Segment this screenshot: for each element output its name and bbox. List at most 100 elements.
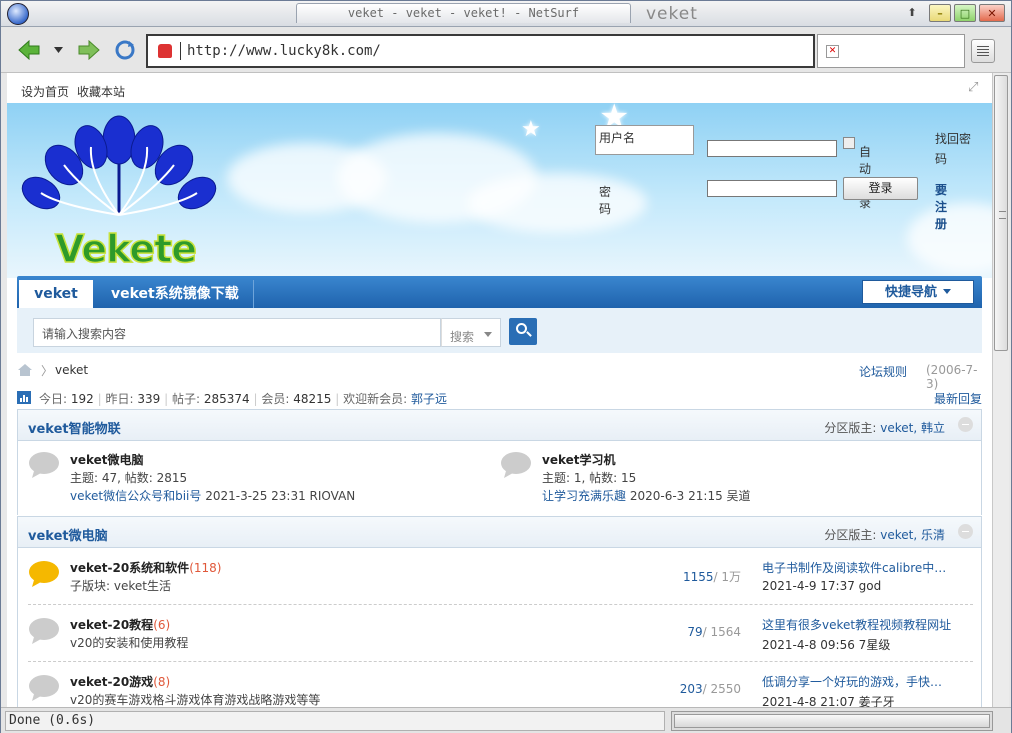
caret-down-icon bbox=[484, 332, 492, 337]
collapse-icon[interactable] bbox=[958, 524, 973, 539]
star-decoration: ★ bbox=[521, 117, 541, 142]
forum-meta: 主题: 1, 帖数: 15 bbox=[542, 471, 637, 485]
browser-menu-button[interactable] bbox=[971, 39, 995, 63]
last-post-link[interactable]: 让学习充满乐趣 bbox=[542, 489, 626, 503]
browser-toolbar: http://www.lucky8k.com/ ✕ bbox=[1, 27, 1011, 73]
search-type-select[interactable]: 搜索 bbox=[441, 318, 501, 347]
forward-button[interactable] bbox=[75, 39, 103, 61]
password-label: 密码 bbox=[599, 185, 612, 216]
fullscreen-icon[interactable]: ⤢ bbox=[968, 81, 982, 95]
forum-title[interactable]: veket学习机 bbox=[542, 451, 616, 468]
forum-counts: 1155/ 1万 bbox=[682, 570, 741, 584]
section-title[interactable]: veket智能物联 bbox=[28, 418, 121, 437]
back-button[interactable] bbox=[15, 39, 43, 61]
section-moderators: 分区版主: veket, 韩立 bbox=[824, 421, 945, 435]
new-post-count: (118) bbox=[189, 561, 222, 575]
bookmark-link[interactable]: 收藏本站 bbox=[77, 83, 125, 100]
horizontal-scrollbar[interactable] bbox=[671, 711, 993, 731]
last-post-link[interactable]: 电子书制作及阅读软件calibre中文版 bbox=[762, 559, 954, 576]
main-nav: veket veket系统镜像下载 快捷导航 bbox=[17, 276, 982, 308]
quick-nav-button[interactable]: 快捷导航 bbox=[862, 280, 974, 304]
caret-down-icon bbox=[53, 47, 63, 53]
vertical-scrollbar[interactable] bbox=[992, 73, 1009, 707]
search-provider-icon[interactable]: ✕ bbox=[826, 45, 839, 58]
row-divider bbox=[28, 604, 973, 605]
breadcrumb-current[interactable]: veket bbox=[55, 363, 88, 377]
forum-last-post: 让学习充满乐趣 2020-6-3 21:15 吴道 bbox=[542, 489, 751, 503]
last-post-link[interactable]: veket微信公众号和bii号 bbox=[70, 489, 201, 503]
section-body: veket微电脑 主题: 47, 帖数: 2815 veket微信公众号和bii… bbox=[17, 441, 982, 515]
section-title[interactable]: veket微电脑 bbox=[28, 525, 108, 544]
site-header: ★ ★ Vekete 用户名 自动 录 密码 登录 找回密码 要注册 bbox=[7, 103, 992, 278]
netsurf-globe-icon[interactable] bbox=[7, 3, 29, 25]
home-icon[interactable] bbox=[17, 363, 33, 377]
row-divider bbox=[28, 661, 973, 662]
forum-stats: 今日: 192 | 昨日: 339 | 帖子: 285374 | 会员: 482… bbox=[17, 389, 982, 407]
collapse-icon[interactable] bbox=[958, 417, 973, 432]
login-button[interactable]: 登录 bbox=[843, 177, 918, 200]
forum-bubble-icon bbox=[501, 452, 531, 478]
forum-meta: 主题: 47, 帖数: 2815 bbox=[70, 471, 188, 485]
breadcrumb-separator: 〉 bbox=[41, 364, 54, 378]
rules-date: (2006-7-3) bbox=[926, 363, 978, 391]
close-button[interactable]: ✕ bbox=[979, 4, 1005, 22]
status-text: Done (0.6s) bbox=[5, 711, 665, 731]
register-link[interactable]: 要注册 bbox=[935, 181, 947, 232]
cloud-decoration bbox=[907, 203, 992, 273]
find-password-link[interactable]: 找回密码 bbox=[935, 129, 979, 169]
username-input[interactable]: 用户名 bbox=[595, 125, 694, 155]
latest-replies-link[interactable]: 最新回复 bbox=[934, 390, 982, 407]
last-post-link[interactable]: 这里有很多veket教程视频教程网址 bbox=[762, 616, 954, 633]
new-member-link[interactable]: 郭子远 bbox=[411, 392, 447, 406]
history-dropdown[interactable] bbox=[49, 39, 67, 61]
password-field[interactable] bbox=[707, 180, 837, 197]
vertical-scroll-thumb[interactable] bbox=[994, 75, 1008, 351]
page-content: 设为首页 收藏本站 ⤢ ★ ★ Vekete 用户名 自动 录 密码 登录 找回… bbox=[7, 73, 992, 707]
forum-last-post: veket微信公众号和bii号 2021-3-25 23:31 RIOVAN bbox=[70, 489, 356, 503]
forum-title[interactable]: veket-20教程(6) bbox=[70, 616, 170, 633]
forum-new-bubble-icon bbox=[29, 561, 59, 587]
forum-subforum: 子版块: veket生活 bbox=[70, 579, 171, 593]
search-input[interactable]: 请输入搜索内容 bbox=[33, 318, 441, 347]
breadcrumb: 〉 veket 论坛规则 (2006-7-3) bbox=[17, 361, 982, 391]
tab-veket[interactable]: veket bbox=[19, 280, 93, 308]
forum-counts: 79/ 1564 bbox=[687, 625, 741, 639]
forum-rules-link[interactable]: 论坛规则 bbox=[859, 363, 907, 380]
section-body: veket-20系统和软件(118) 子版块: veket生活 1155/ 1万… bbox=[17, 548, 982, 707]
set-home-link[interactable]: 设为首页 bbox=[21, 83, 69, 100]
search-button[interactable] bbox=[509, 318, 537, 345]
username-field[interactable] bbox=[707, 140, 837, 157]
forum-title[interactable]: veket微电脑 bbox=[70, 451, 144, 468]
forum-bubble-icon bbox=[29, 675, 59, 701]
search-type-label: 搜索 bbox=[450, 330, 475, 344]
horizontal-scroll-thumb[interactable] bbox=[674, 714, 990, 728]
members-count: 48215 bbox=[293, 392, 332, 406]
site-topbar: 设为首页 收藏本站 ⤢ bbox=[7, 73, 992, 103]
minimize-button[interactable]: – bbox=[929, 4, 951, 22]
last-post-link[interactable]: 低调分享一个好玩的游戏，手快有手慢无 bbox=[762, 673, 954, 690]
stats-text: 今日: 192 | 昨日: 339 | 帖子: 285374 | 会员: 482… bbox=[39, 392, 448, 406]
browser-window: veket - veket - veket! - NetSurf veket ⬆… bbox=[0, 0, 1012, 733]
forum-bubble-icon bbox=[29, 452, 59, 478]
auto-login-checkbox[interactable] bbox=[843, 137, 855, 149]
url-text[interactable]: http://www.lucky8k.com/ bbox=[180, 42, 381, 60]
maximize-button[interactable]: □ bbox=[954, 4, 976, 22]
up-arrow-icon[interactable]: ⬆ bbox=[904, 4, 920, 22]
forum-counts: 203/ 2550 bbox=[679, 682, 741, 696]
web-search-input[interactable]: ✕ bbox=[817, 34, 965, 68]
ginkgo-logo-icon bbox=[21, 115, 217, 216]
reload-button[interactable] bbox=[111, 39, 139, 61]
caret-down-icon bbox=[943, 289, 951, 294]
forum-title[interactable]: veket-20游戏(8) bbox=[70, 673, 170, 690]
tab-mirror-download[interactable]: veket系统镜像下载 bbox=[111, 280, 254, 308]
new-post-count: (6) bbox=[153, 618, 171, 632]
site-logo[interactable]: Vekete bbox=[19, 115, 219, 272]
lock-icon bbox=[158, 44, 172, 58]
today-count: 192 bbox=[70, 392, 94, 406]
url-bar[interactable]: http://www.lucky8k.com/ bbox=[146, 34, 815, 68]
stats-chart-icon bbox=[17, 391, 31, 404]
posts-count: 285374 bbox=[203, 392, 250, 406]
window-title: veket - veket - veket! - NetSurf bbox=[296, 3, 631, 23]
forum-title[interactable]: veket-20系统和软件(118) bbox=[70, 559, 221, 576]
window-title-right: veket bbox=[646, 4, 698, 24]
